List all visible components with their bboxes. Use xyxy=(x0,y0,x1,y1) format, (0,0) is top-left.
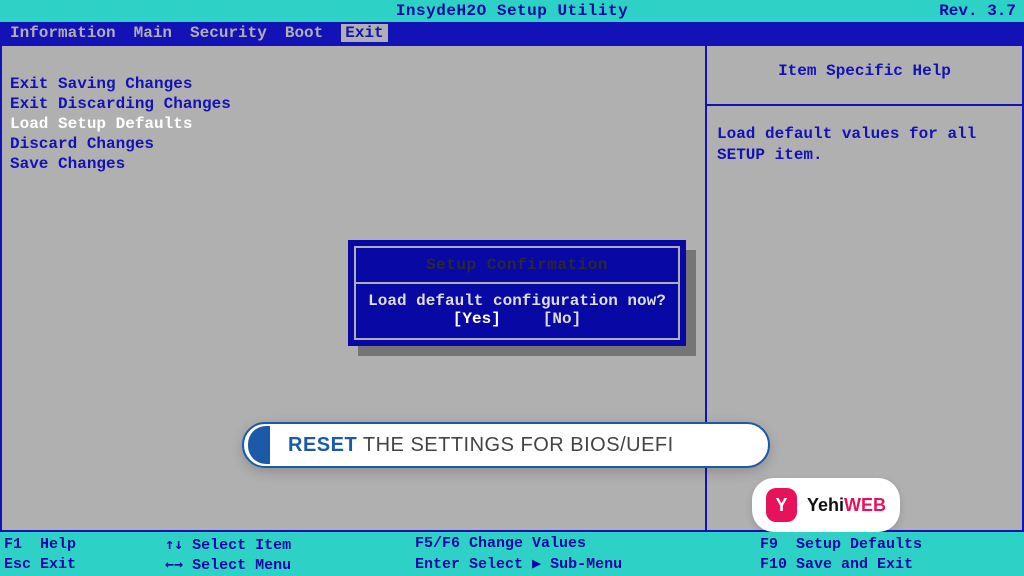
menu-main[interactable]: Main xyxy=(134,24,172,42)
annotation-strong: RESET xyxy=(288,434,357,456)
dialog-buttons: [Yes] [No] xyxy=(366,310,668,328)
menu-bar: Information Main Security Boot Exit xyxy=(0,22,1024,44)
key-esc: Esc xyxy=(4,556,31,573)
desc-help: Help xyxy=(40,536,76,553)
watermark-text-2: WEB xyxy=(844,495,886,515)
option-save-changes[interactable]: Save Changes xyxy=(10,154,697,174)
desc-select-item: Select Item xyxy=(192,537,291,554)
key-f5f6: F5/F6 xyxy=(415,535,460,552)
menu-exit[interactable]: Exit xyxy=(341,24,387,42)
annotation-rest: THE SETTINGS FOR BIOS/UEFI xyxy=(357,434,674,456)
desc-select-menu: Select Menu xyxy=(192,557,291,574)
dialog-frame: Setup Confirmation Load default configur… xyxy=(354,246,680,340)
key-f9: F9 xyxy=(760,536,778,553)
option-exit-saving[interactable]: Exit Saving Changes xyxy=(10,74,697,94)
annotation-banner: RESET THE SETTINGS FOR BIOS/UEFI xyxy=(242,422,770,468)
title-bar: InsydeH2O Setup Utility Rev. 3.7 xyxy=(0,0,1024,22)
option-load-defaults[interactable]: Load Setup Defaults xyxy=(10,114,697,134)
key-leftright: ←→ xyxy=(165,555,183,573)
watermark-logo-icon: Y xyxy=(766,488,797,522)
option-discard-changes[interactable]: Discard Changes xyxy=(10,134,697,154)
option-exit-discarding[interactable]: Exit Discarding Changes xyxy=(10,94,697,114)
help-title: Item Specific Help xyxy=(707,46,1022,106)
menu-security[interactable]: Security xyxy=(190,24,267,42)
watermark-text-1: Yehi xyxy=(807,495,844,515)
watermark-badge: Y YehiWEB xyxy=(752,478,900,532)
dialog-no-button[interactable]: [No] xyxy=(543,310,581,328)
key-updown: ↑↓ xyxy=(165,535,183,553)
key-enter: Enter xyxy=(415,556,460,573)
annotation-accent xyxy=(248,426,270,464)
revision-label: Rev. 3.7 xyxy=(939,0,1016,22)
footer-col-4: F9 Setup Defaults F10 Save and Exit xyxy=(760,534,1020,574)
dialog-message: Load default configuration now? xyxy=(366,292,668,310)
watermark-text: YehiWEB xyxy=(807,495,886,516)
menu-boot[interactable]: Boot xyxy=(285,24,323,42)
desc-save-exit: Save and Exit xyxy=(796,556,913,573)
annotation-text: RESET THE SETTINGS FOR BIOS/UEFI xyxy=(288,434,674,457)
footer-col-2: ↑↓ Select Item ←→ Select Menu xyxy=(165,534,405,574)
key-f10: F10 xyxy=(760,556,787,573)
desc-submenu: Select ▶ Sub-Menu xyxy=(469,556,622,573)
desc-setup-defaults: Setup Defaults xyxy=(796,536,922,553)
app-title: InsydeH2O Setup Utility xyxy=(396,0,628,22)
footer-legend: F1 Help Esc Exit ↑↓ Select Item ←→ Selec… xyxy=(0,532,1024,576)
dialog-title: Setup Confirmation xyxy=(356,248,678,284)
confirmation-dialog: Setup Confirmation Load default configur… xyxy=(348,240,686,346)
desc-exit: Exit xyxy=(40,556,76,573)
dialog-yes-button[interactable]: [Yes] xyxy=(453,310,501,328)
footer-col-1: F1 Help Esc Exit xyxy=(4,534,164,574)
desc-change-values: Change Values xyxy=(469,535,586,552)
key-f1: F1 xyxy=(4,536,22,553)
footer-col-3: F5/F6 Change Values Enter Select ▶ Sub-M… xyxy=(415,534,745,574)
menu-information[interactable]: Information xyxy=(10,24,116,42)
